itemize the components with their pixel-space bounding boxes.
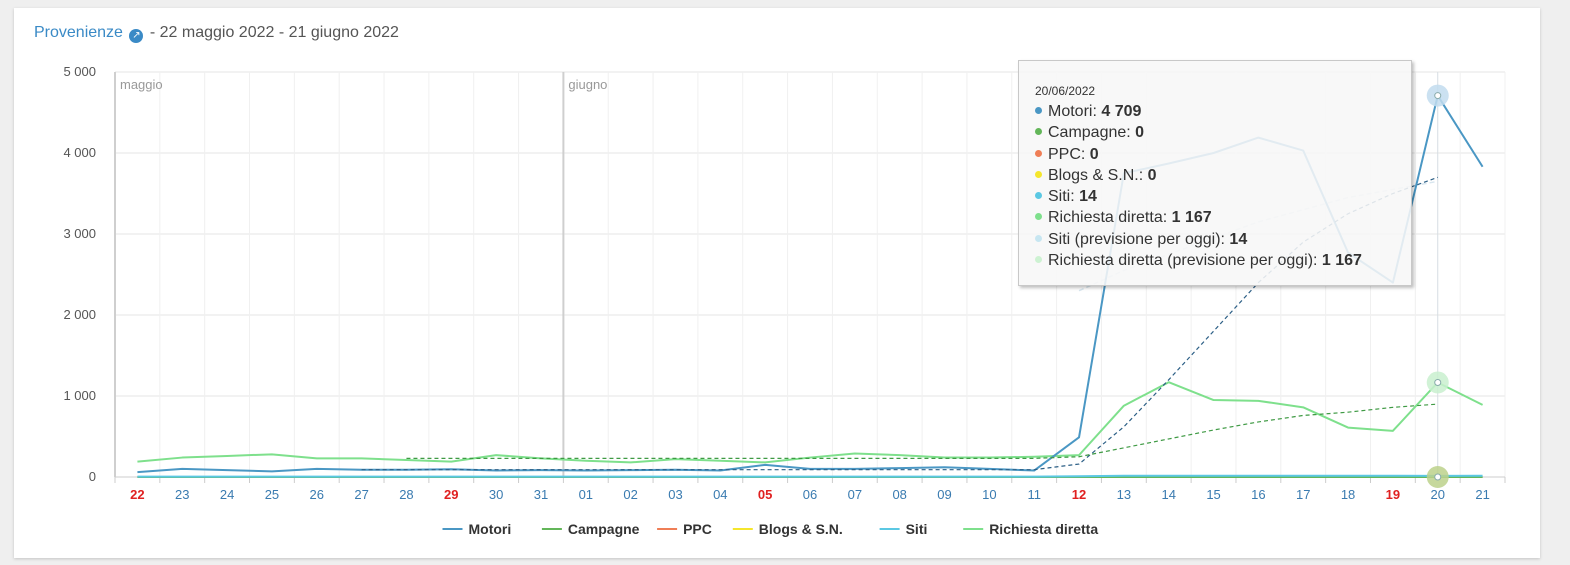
y-tick-label: 4 000 — [63, 145, 96, 160]
tooltip-row-label: PPC: — [1048, 145, 1090, 163]
series-line-siti — [137, 474, 1483, 478]
tooltip-row: Motori: 4 709 — [1035, 101, 1411, 122]
series-dot-icon — [1035, 107, 1042, 114]
legend-item: Richiesta diretta — [989, 521, 1098, 537]
series-dot-icon — [1035, 192, 1042, 200]
highlight-point — [1434, 473, 1442, 481]
x-tick-label: 16 — [1251, 487, 1265, 502]
series-dot-icon — [1035, 213, 1042, 221]
x-tick-label: 01 — [579, 487, 593, 502]
tooltip-row-value: 14 — [1229, 230, 1248, 248]
x-tick-label: 23 — [175, 487, 189, 502]
x-tick-label: 07 — [848, 487, 862, 502]
x-tick-label: 02 — [623, 487, 637, 502]
tooltip-row: PPC: 0 — [1035, 144, 1411, 165]
tooltip-row-label: Campagne: — [1048, 124, 1136, 142]
x-tick-label: 13 — [1117, 487, 1131, 502]
x-tick-label: 15 — [1206, 487, 1220, 502]
tooltip-row-label: Siti (previsione per oggi): — [1048, 230, 1230, 248]
series-dot-icon — [1035, 256, 1042, 264]
y-tick-label: 1 000 — [63, 388, 96, 403]
y-tick-label: 5 000 — [63, 64, 96, 79]
highlight-point — [1434, 92, 1442, 100]
tooltip-date: 20/06/2022 — [1035, 84, 1096, 98]
tooltip-row-label: Richiesta diretta: — [1048, 209, 1172, 227]
x-tick-label: 19 — [1386, 487, 1400, 502]
x-tick-label: 09 — [937, 487, 951, 502]
y-tick-label: 3 000 — [63, 226, 96, 241]
tooltip-row-value: 1 167 — [1171, 209, 1212, 227]
month-label: giugno — [568, 77, 607, 92]
x-tick-label: 28 — [399, 487, 413, 502]
x-tick-label: 03 — [668, 487, 682, 502]
tooltip-row-value: 0 — [1147, 166, 1157, 184]
tooltip-row: Richiesta diretta: 1 167 — [1035, 207, 1411, 228]
legend-item: PPC — [683, 521, 712, 537]
tooltip-row: Richiesta diretta (previsione per oggi):… — [1035, 250, 1411, 271]
x-tick-label: 04 — [713, 487, 727, 502]
month-label: maggio — [120, 77, 163, 92]
series-dot-icon — [1035, 128, 1042, 136]
x-tick-label: 24 — [220, 487, 234, 502]
x-tick-label: 26 — [310, 487, 324, 502]
tooltip-row-label: Richiesta diretta (previsione per oggi): — [1048, 252, 1322, 270]
tooltip-row-value: 14 — [1079, 188, 1097, 206]
x-tick-label: 27 — [354, 487, 368, 502]
tooltip-row: Campagne: 0 — [1035, 122, 1411, 143]
legend-item: Blogs & S.N. — [759, 521, 843, 537]
x-tick-label: 06 — [803, 487, 817, 502]
legend-item: Campagne — [568, 521, 640, 537]
tooltip-row-label: Siti: — [1048, 188, 1080, 206]
chart-tooltip: 20/06/2022 Motori: 4 709 Campagne: 0 PPC: … — [1018, 60, 1412, 286]
x-tick-label: 17 — [1296, 487, 1310, 502]
x-tick-label: 18 — [1341, 487, 1355, 502]
tooltip-row-value: 1 167 — [1321, 252, 1362, 270]
series-dot-icon — [1035, 234, 1042, 242]
tooltip-row: Siti (previsione per oggi): 14 — [1035, 229, 1411, 250]
x-tick-label: 10 — [982, 487, 996, 502]
tooltip-row: Blogs & S.N.: 0 — [1035, 165, 1411, 186]
tooltip-row-value: 4 709 — [1101, 103, 1142, 120]
tooltip-row-value: 0 — [1135, 124, 1145, 142]
x-tick-label: 11 — [1027, 487, 1041, 502]
x-tick-label: 12 — [1072, 487, 1086, 502]
x-tick-label: 31 — [534, 487, 548, 502]
x-tick-label: 25 — [265, 487, 279, 502]
highlight-point — [1434, 378, 1442, 386]
x-tick-label: 21 — [1475, 487, 1489, 502]
x-tick-label: 22 — [130, 487, 144, 502]
x-tick-label: 14 — [1161, 487, 1175, 502]
tooltip-row-label: Motori: — [1048, 103, 1102, 120]
legend-item: Motori — [469, 521, 512, 537]
x-tick-label: 30 — [489, 487, 503, 502]
tooltip-row-label: Blogs & S.N.: — [1048, 166, 1148, 184]
series-dot-icon — [1035, 149, 1042, 157]
y-tick-label: 2 000 — [63, 307, 96, 322]
x-tick-label: 29 — [444, 487, 458, 502]
x-tick-label: 08 — [892, 487, 906, 502]
tooltip-row: Siti: 14 — [1035, 186, 1411, 207]
tooltip-row-value: 0 — [1089, 145, 1099, 163]
y-tick-label: 0 — [89, 469, 96, 484]
x-tick-label: 05 — [758, 487, 772, 502]
x-tick-label: 20 — [1431, 487, 1445, 502]
series-dot-icon — [1035, 170, 1042, 178]
legend-item: Siti — [906, 521, 928, 537]
